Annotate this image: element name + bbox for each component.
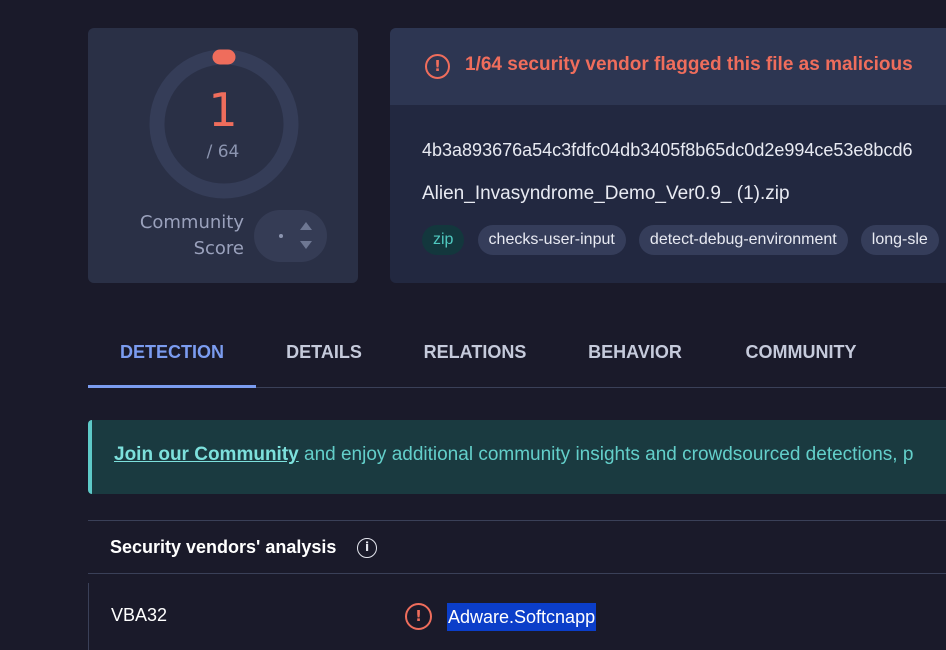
tab-details[interactable]: DETAILS <box>273 322 375 388</box>
tab-behavior[interactable]: BEHAVIOR <box>576 322 694 388</box>
community-score-label: Community Score <box>139 212 244 259</box>
tag-zip[interactable]: zip <box>422 225 465 255</box>
vendor-name: VBA32 <box>111 605 168 625</box>
community-banner: Join our Community and enjoy additional … <box>88 420 946 494</box>
section-title: Security vendors' analysis <box>110 537 337 557</box>
table-row: VBA32 ! Adware.Softcnapp <box>88 583 946 650</box>
upvote-icon[interactable] <box>300 222 312 230</box>
detection-result[interactable]: Adware.Softcnapp <box>447 603 597 631</box>
file-name: Alien_Invasyndrome_Demo_Ver0.9_ (1).zip <box>422 183 790 204</box>
file-info-card: ! 1/64 security vendor flagged this file… <box>390 28 946 283</box>
banner-message: and enjoy additional community insights … <box>298 444 914 465</box>
file-hash[interactable]: 4b3a893676a54c3fdfc04db3405f8b65dc0d2e99… <box>422 140 912 161</box>
vendors-analysis-header: Security vendors' analysis i <box>88 520 946 574</box>
malicious-alert-text: 1/64 security vendor flagged this file a… <box>465 54 913 75</box>
tag-checks-user-input[interactable]: checks-user-input <box>477 225 626 255</box>
vote-value <box>279 234 283 238</box>
tab-relations[interactable]: RELATIONS <box>412 322 538 388</box>
alert-header: ! 1/64 security vendor flagged this file… <box>390 28 946 105</box>
info-icon[interactable]: i <box>357 538 377 558</box>
tag-detect-debug-environment[interactable]: detect-debug-environment <box>638 225 848 255</box>
community-vote-control[interactable] <box>254 210 327 262</box>
detection-count: 1 <box>208 83 238 137</box>
tab-detection[interactable]: DETECTION <box>88 322 256 388</box>
alert-icon: ! <box>425 54 450 79</box>
community-score-card: 1 / 64 Community Score <box>88 28 358 283</box>
downvote-icon[interactable] <box>300 241 312 249</box>
alert-icon: ! <box>405 603 432 630</box>
tag-list: zip checks-user-input detect-debug-envir… <box>422 225 946 255</box>
banner-text: Join our Community and enjoy additional … <box>114 444 913 466</box>
join-community-link[interactable]: Join our Community <box>114 444 299 465</box>
detection-total: / 64 <box>206 142 240 162</box>
tag-long-sleeps[interactable]: long-sle <box>860 225 939 255</box>
tab-bar: DETECTION DETAILS RELATIONS BEHAVIOR COM… <box>88 322 946 388</box>
tab-community[interactable]: COMMUNITY <box>732 322 870 388</box>
